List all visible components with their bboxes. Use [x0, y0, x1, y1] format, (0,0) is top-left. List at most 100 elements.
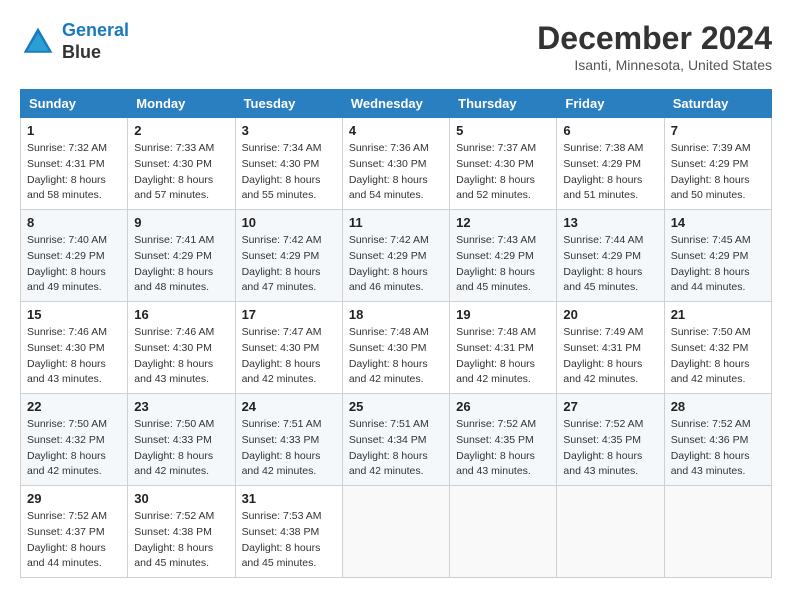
weekday-header-tuesday: Tuesday: [235, 90, 342, 118]
day-number: 21: [671, 307, 765, 322]
day-number: 6: [563, 123, 657, 138]
calendar-week-2: 8 Sunrise: 7:40 AM Sunset: 4:29 PM Dayli…: [21, 210, 772, 302]
month-title: December 2024: [537, 20, 772, 57]
day-number: 15: [27, 307, 121, 322]
day-info: Sunrise: 7:42 AM Sunset: 4:29 PM Dayligh…: [349, 233, 443, 296]
weekday-header-row: SundayMondayTuesdayWednesdayThursdayFrid…: [21, 90, 772, 118]
day-number: 18: [349, 307, 443, 322]
day-info: Sunrise: 7:46 AM Sunset: 4:30 PM Dayligh…: [134, 325, 228, 388]
logo: GeneralBlue: [20, 20, 129, 63]
day-info: Sunrise: 7:33 AM Sunset: 4:30 PM Dayligh…: [134, 141, 228, 204]
calendar-cell: 11 Sunrise: 7:42 AM Sunset: 4:29 PM Dayl…: [342, 210, 449, 302]
calendar-cell: [342, 486, 449, 578]
day-info: Sunrise: 7:52 AM Sunset: 4:35 PM Dayligh…: [456, 417, 550, 480]
calendar-cell: 27 Sunrise: 7:52 AM Sunset: 4:35 PM Dayl…: [557, 394, 664, 486]
logo-text: GeneralBlue: [62, 20, 129, 63]
calendar-cell: 2 Sunrise: 7:33 AM Sunset: 4:30 PM Dayli…: [128, 118, 235, 210]
day-info: Sunrise: 7:51 AM Sunset: 4:34 PM Dayligh…: [349, 417, 443, 480]
day-info: Sunrise: 7:50 AM Sunset: 4:33 PM Dayligh…: [134, 417, 228, 480]
calendar-cell: 29 Sunrise: 7:52 AM Sunset: 4:37 PM Dayl…: [21, 486, 128, 578]
calendar-cell: 19 Sunrise: 7:48 AM Sunset: 4:31 PM Dayl…: [450, 302, 557, 394]
calendar-cell: 17 Sunrise: 7:47 AM Sunset: 4:30 PM Dayl…: [235, 302, 342, 394]
day-number: 3: [242, 123, 336, 138]
calendar-cell: 23 Sunrise: 7:50 AM Sunset: 4:33 PM Dayl…: [128, 394, 235, 486]
logo-icon: [20, 24, 56, 60]
day-number: 19: [456, 307, 550, 322]
calendar-cell: 22 Sunrise: 7:50 AM Sunset: 4:32 PM Dayl…: [21, 394, 128, 486]
day-number: 14: [671, 215, 765, 230]
day-number: 31: [242, 491, 336, 506]
day-number: 27: [563, 399, 657, 414]
calendar-cell: 1 Sunrise: 7:32 AM Sunset: 4:31 PM Dayli…: [21, 118, 128, 210]
calendar-cell: 13 Sunrise: 7:44 AM Sunset: 4:29 PM Dayl…: [557, 210, 664, 302]
day-number: 2: [134, 123, 228, 138]
calendar-cell: [557, 486, 664, 578]
day-number: 12: [456, 215, 550, 230]
weekday-header-monday: Monday: [128, 90, 235, 118]
day-number: 1: [27, 123, 121, 138]
calendar-cell: 5 Sunrise: 7:37 AM Sunset: 4:30 PM Dayli…: [450, 118, 557, 210]
calendar-cell: 24 Sunrise: 7:51 AM Sunset: 4:33 PM Dayl…: [235, 394, 342, 486]
day-number: 8: [27, 215, 121, 230]
day-info: Sunrise: 7:40 AM Sunset: 4:29 PM Dayligh…: [27, 233, 121, 296]
calendar-cell: [450, 486, 557, 578]
calendar-cell: 26 Sunrise: 7:52 AM Sunset: 4:35 PM Dayl…: [450, 394, 557, 486]
day-number: 4: [349, 123, 443, 138]
weekday-header-friday: Friday: [557, 90, 664, 118]
day-number: 10: [242, 215, 336, 230]
calendar-cell: 10 Sunrise: 7:42 AM Sunset: 4:29 PM Dayl…: [235, 210, 342, 302]
day-info: Sunrise: 7:42 AM Sunset: 4:29 PM Dayligh…: [242, 233, 336, 296]
calendar-cell: 25 Sunrise: 7:51 AM Sunset: 4:34 PM Dayl…: [342, 394, 449, 486]
day-info: Sunrise: 7:48 AM Sunset: 4:30 PM Dayligh…: [349, 325, 443, 388]
calendar-week-4: 22 Sunrise: 7:50 AM Sunset: 4:32 PM Dayl…: [21, 394, 772, 486]
day-info: Sunrise: 7:49 AM Sunset: 4:31 PM Dayligh…: [563, 325, 657, 388]
day-info: Sunrise: 7:39 AM Sunset: 4:29 PM Dayligh…: [671, 141, 765, 204]
day-info: Sunrise: 7:38 AM Sunset: 4:29 PM Dayligh…: [563, 141, 657, 204]
weekday-header-wednesday: Wednesday: [342, 90, 449, 118]
day-number: 9: [134, 215, 228, 230]
day-number: 13: [563, 215, 657, 230]
calendar-cell: 15 Sunrise: 7:46 AM Sunset: 4:30 PM Dayl…: [21, 302, 128, 394]
day-info: Sunrise: 7:52 AM Sunset: 4:36 PM Dayligh…: [671, 417, 765, 480]
day-info: Sunrise: 7:52 AM Sunset: 4:35 PM Dayligh…: [563, 417, 657, 480]
day-info: Sunrise: 7:36 AM Sunset: 4:30 PM Dayligh…: [349, 141, 443, 204]
calendar-cell: 28 Sunrise: 7:52 AM Sunset: 4:36 PM Dayl…: [664, 394, 771, 486]
day-number: 11: [349, 215, 443, 230]
calendar-cell: 20 Sunrise: 7:49 AM Sunset: 4:31 PM Dayl…: [557, 302, 664, 394]
calendar-cell: 16 Sunrise: 7:46 AM Sunset: 4:30 PM Dayl…: [128, 302, 235, 394]
weekday-header-saturday: Saturday: [664, 90, 771, 118]
calendar-cell: 4 Sunrise: 7:36 AM Sunset: 4:30 PM Dayli…: [342, 118, 449, 210]
day-info: Sunrise: 7:37 AM Sunset: 4:30 PM Dayligh…: [456, 141, 550, 204]
calendar-week-5: 29 Sunrise: 7:52 AM Sunset: 4:37 PM Dayl…: [21, 486, 772, 578]
day-info: Sunrise: 7:52 AM Sunset: 4:38 PM Dayligh…: [134, 509, 228, 572]
day-number: 23: [134, 399, 228, 414]
day-info: Sunrise: 7:50 AM Sunset: 4:32 PM Dayligh…: [671, 325, 765, 388]
day-number: 25: [349, 399, 443, 414]
day-info: Sunrise: 7:50 AM Sunset: 4:32 PM Dayligh…: [27, 417, 121, 480]
calendar-week-3: 15 Sunrise: 7:46 AM Sunset: 4:30 PM Dayl…: [21, 302, 772, 394]
calendar-cell: 6 Sunrise: 7:38 AM Sunset: 4:29 PM Dayli…: [557, 118, 664, 210]
day-info: Sunrise: 7:34 AM Sunset: 4:30 PM Dayligh…: [242, 141, 336, 204]
day-info: Sunrise: 7:32 AM Sunset: 4:31 PM Dayligh…: [27, 141, 121, 204]
day-info: Sunrise: 7:41 AM Sunset: 4:29 PM Dayligh…: [134, 233, 228, 296]
day-info: Sunrise: 7:45 AM Sunset: 4:29 PM Dayligh…: [671, 233, 765, 296]
calendar-cell: 18 Sunrise: 7:48 AM Sunset: 4:30 PM Dayl…: [342, 302, 449, 394]
calendar-cell: 7 Sunrise: 7:39 AM Sunset: 4:29 PM Dayli…: [664, 118, 771, 210]
calendar-table: SundayMondayTuesdayWednesdayThursdayFrid…: [20, 89, 772, 578]
day-info: Sunrise: 7:48 AM Sunset: 4:31 PM Dayligh…: [456, 325, 550, 388]
day-number: 24: [242, 399, 336, 414]
calendar-cell: 12 Sunrise: 7:43 AM Sunset: 4:29 PM Dayl…: [450, 210, 557, 302]
day-number: 28: [671, 399, 765, 414]
calendar-cell: 14 Sunrise: 7:45 AM Sunset: 4:29 PM Dayl…: [664, 210, 771, 302]
day-number: 7: [671, 123, 765, 138]
day-number: 16: [134, 307, 228, 322]
day-info: Sunrise: 7:47 AM Sunset: 4:30 PM Dayligh…: [242, 325, 336, 388]
calendar-cell: 21 Sunrise: 7:50 AM Sunset: 4:32 PM Dayl…: [664, 302, 771, 394]
calendar-cell: [664, 486, 771, 578]
day-info: Sunrise: 7:52 AM Sunset: 4:37 PM Dayligh…: [27, 509, 121, 572]
day-info: Sunrise: 7:43 AM Sunset: 4:29 PM Dayligh…: [456, 233, 550, 296]
calendar-cell: 30 Sunrise: 7:52 AM Sunset: 4:38 PM Dayl…: [128, 486, 235, 578]
day-number: 20: [563, 307, 657, 322]
location: Isanti, Minnesota, United States: [537, 57, 772, 73]
weekday-header-thursday: Thursday: [450, 90, 557, 118]
